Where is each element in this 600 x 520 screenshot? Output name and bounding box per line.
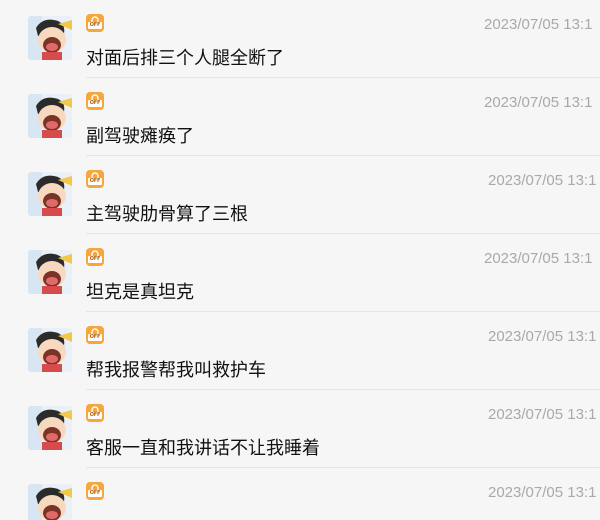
cartoon-boy-avatar-icon <box>28 94 72 138</box>
message-text: 对面后排三个人腿全断了 <box>86 48 284 69</box>
list-item[interactable]: OFF 2023/07/05 13:1 坦克是真坦克 <box>0 234 600 312</box>
timestamp: 2023/07/05 13:1 <box>484 250 593 267</box>
badge-label: OFF <box>88 490 102 497</box>
avatar[interactable] <box>28 406 72 450</box>
cartoon-boy-avatar-icon <box>28 250 72 294</box>
list-item[interactable]: OFF 2023/07/05 13:1 主驾驶肋骨算了三根 <box>0 156 600 234</box>
cartoon-boy-avatar-icon <box>28 172 72 216</box>
badge-label: OFF <box>88 22 102 29</box>
lock-off-badge-icon: OFF <box>86 92 104 110</box>
list-item[interactable]: OFF 2023/07/05 13:1 客服一直和我讲话不让我睡着 <box>0 390 600 468</box>
timestamp: 2023/07/05 13:1 <box>488 406 597 423</box>
lock-off-badge-icon: OFF <box>86 404 104 422</box>
lock-off-badge-icon: OFF <box>86 248 104 266</box>
lock-off-badge-icon: OFF <box>86 326 104 344</box>
avatar[interactable] <box>28 484 72 520</box>
timestamp: 2023/07/05 13:1 <box>484 16 593 33</box>
message-text: 主驾驶肋骨算了三根 <box>86 204 248 225</box>
avatar[interactable] <box>28 328 72 372</box>
lock-off-badge-icon: OFF <box>86 482 104 500</box>
badge-label: OFF <box>88 256 102 263</box>
message-text: 客服一直和我讲话不让我睡着 <box>86 438 320 459</box>
timestamp: 2023/07/05 13:1 <box>484 94 593 111</box>
list-item[interactable]: OFF 2023/07/05 13:1 <box>0 468 600 520</box>
message-text: 帮我报警帮我叫救护车 <box>86 360 266 381</box>
badge-label: OFF <box>88 178 102 185</box>
avatar[interactable] <box>28 172 72 216</box>
cartoon-boy-avatar-icon <box>28 16 72 60</box>
cartoon-boy-avatar-icon <box>28 328 72 372</box>
cartoon-boy-avatar-icon <box>28 484 72 520</box>
badge-label: OFF <box>88 334 102 341</box>
avatar[interactable] <box>28 250 72 294</box>
lock-off-badge-icon: OFF <box>86 170 104 188</box>
message-feed: OFF 2023/07/05 13:1 对面后排三个人腿全断了 OFF 2023… <box>0 0 600 520</box>
list-item[interactable]: OFF 2023/07/05 13:1 副驾驶瘫痪了 <box>0 78 600 156</box>
cartoon-boy-avatar-icon <box>28 406 72 450</box>
badge-label: OFF <box>88 100 102 107</box>
avatar[interactable] <box>28 16 72 60</box>
message-text: 副驾驶瘫痪了 <box>86 126 194 147</box>
list-item[interactable]: OFF 2023/07/05 13:1 帮我报警帮我叫救护车 <box>0 312 600 390</box>
badge-label: OFF <box>88 412 102 419</box>
timestamp: 2023/07/05 13:1 <box>488 484 597 501</box>
avatar[interactable] <box>28 94 72 138</box>
timestamp: 2023/07/05 13:1 <box>488 328 597 345</box>
message-text: 坦克是真坦克 <box>86 282 194 303</box>
lock-off-badge-icon: OFF <box>86 14 104 32</box>
timestamp: 2023/07/05 13:1 <box>488 172 597 189</box>
list-item[interactable]: OFF 2023/07/05 13:1 对面后排三个人腿全断了 <box>0 0 600 78</box>
